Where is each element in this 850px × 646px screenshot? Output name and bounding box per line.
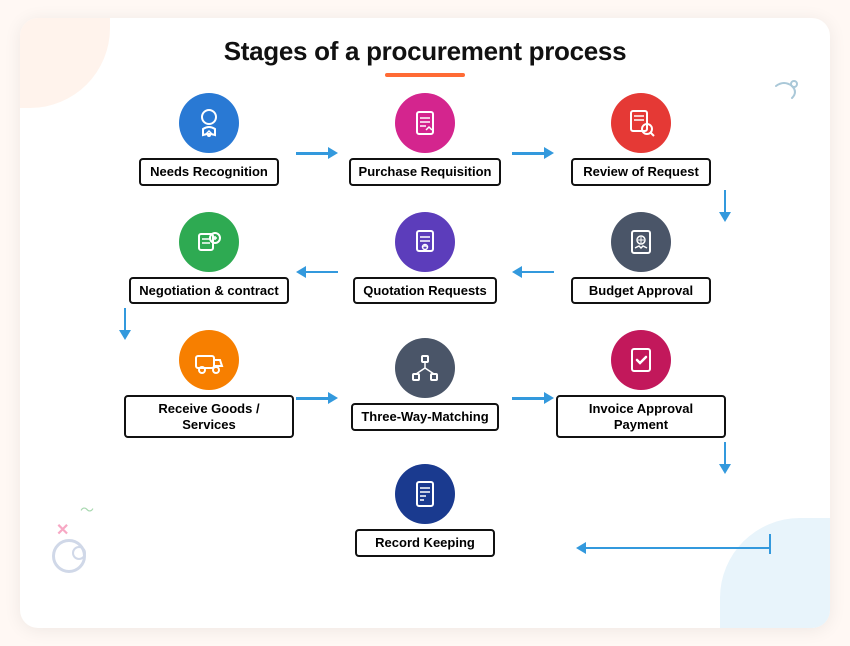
budget-approval-label: Budget Approval (571, 277, 711, 305)
arrow-row2-1 (296, 266, 338, 278)
purchase-requisition-label: Purchase Requisition (349, 158, 502, 186)
purchase-requisition-icon (395, 93, 455, 153)
record-keeping-icon (395, 464, 455, 524)
node-review-of-request: Review of Request (556, 93, 726, 186)
needs-recognition-icon (179, 93, 239, 153)
negotiation-contract-icon (179, 212, 239, 272)
arrow-row3-2 (512, 392, 554, 404)
node-needs-recognition: Needs Recognition (124, 93, 294, 186)
node-record-keeping: Record Keeping (340, 464, 510, 557)
receive-goods-icon (179, 330, 239, 390)
vert-spacer-1 (44, 190, 806, 212)
vert-spacer-3 (44, 442, 806, 464)
three-way-matching-label: Three-Way-Matching (351, 403, 498, 431)
flow-row-3: Receive Goods / Services Thr (44, 330, 806, 438)
invoice-approval-icon (611, 330, 671, 390)
negotiation-contract-label: Negotiation & contract (129, 277, 288, 305)
vert-spacer-2 (44, 308, 806, 330)
connector-horizontal-end (576, 542, 771, 554)
budget-approval-icon (611, 212, 671, 272)
flow-diagram: Needs Recognition Purchase Requisition (44, 93, 806, 557)
title-underline (385, 73, 465, 77)
node-budget-approval: Budget Approval (556, 212, 726, 305)
arrow-row1-2 (512, 147, 554, 159)
review-of-request-icon (611, 93, 671, 153)
receive-goods-label: Receive Goods / Services (124, 395, 294, 438)
review-of-request-label: Review of Request (571, 158, 711, 186)
quotation-requests-label: Quotation Requests (353, 277, 497, 305)
three-way-matching-icon (395, 338, 455, 398)
needs-recognition-label: Needs Recognition (139, 158, 279, 186)
node-negotiation-contract: Negotiation & contract (124, 212, 294, 305)
invoice-approval-label: Invoice Approval Payment (556, 395, 726, 438)
arrow-row3-1 (296, 392, 338, 404)
node-invoice-approval: Invoice Approval Payment (556, 330, 726, 438)
node-receive-goods: Receive Goods / Services (124, 330, 294, 438)
node-quotation-requests: Quotation Requests (340, 212, 510, 305)
arrow-row1-1 (296, 147, 338, 159)
arrow-row2-2 (512, 266, 554, 278)
flow-row-2: Negotiation & contract Quotation Request… (44, 212, 806, 305)
page-title: Stages of a procurement process (44, 36, 806, 67)
main-card: ✕ 〜 Stages of a procurement process Need… (20, 18, 830, 628)
node-three-way-matching: Three-Way-Matching (340, 338, 510, 431)
quotation-requests-icon (395, 212, 455, 272)
flow-row-1: Needs Recognition Purchase Requisition (44, 93, 806, 186)
node-purchase-requisition: Purchase Requisition (340, 93, 510, 186)
record-keeping-label: Record Keeping (355, 529, 495, 557)
